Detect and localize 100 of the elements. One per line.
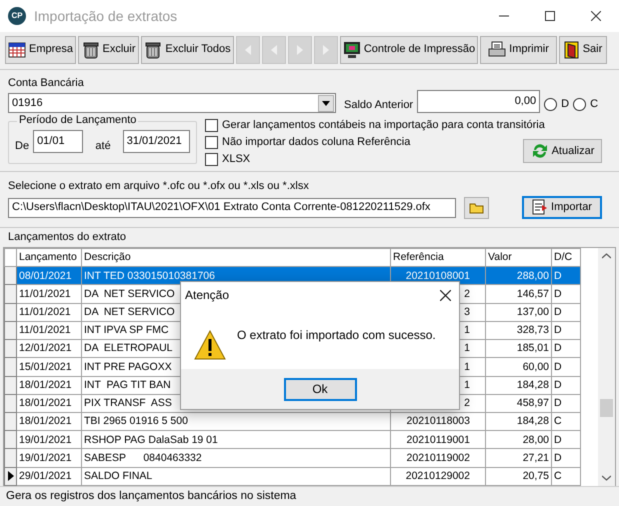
scrollbar[interactable] <box>598 248 615 486</box>
table-cell: 328,73 <box>516 324 549 336</box>
trash-can-icon <box>144 41 162 59</box>
table-cell: 3 <box>464 306 470 318</box>
table-cell: 20,75 <box>522 470 549 482</box>
account-dropdown[interactable]: 01916 <box>8 93 336 114</box>
table-cell: PIX TRANSF ASS <box>84 397 172 410</box>
table-cell: D <box>554 434 562 446</box>
toolbar-button[interactable]: Imprimir <box>480 36 557 64</box>
table-cell: 1 <box>464 342 470 354</box>
table-cell: 29/01/2021 <box>19 470 72 482</box>
table-cell: 15/01/2021 <box>19 360 72 373</box>
table-cell: 288,00 <box>516 270 549 282</box>
table-cell: INT IPVA SP FMC <box>84 324 169 336</box>
window-title: Importação de extratos <box>34 8 178 24</box>
checkbox-option[interactable]: Gerar lançamentos contábeis na importação para conta transitória <box>205 117 602 134</box>
table-cell: C <box>554 415 562 428</box>
table-cell: D <box>554 397 562 410</box>
triangle-left-icon <box>245 45 251 55</box>
table-cell: 185,01 <box>516 342 549 354</box>
table-cell: 20210119001 <box>406 434 470 446</box>
table-cell: 18/01/2021 <box>19 397 72 410</box>
table-cell: D <box>554 306 562 318</box>
triangle-right-icon <box>323 45 329 55</box>
trash-can-icon <box>82 41 100 59</box>
column-header[interactable]: Descrição <box>82 248 390 267</box>
printer-icon <box>488 41 506 59</box>
table-cell: 11/01/2021 <box>19 306 71 318</box>
table-cell: 27,21 <box>522 452 549 464</box>
table-cell: 2 <box>464 288 470 300</box>
checkbox-option[interactable]: XLSX <box>205 151 523 168</box>
table-cell: 2 <box>464 397 470 410</box>
table-cell: D <box>554 288 562 300</box>
table-cell: SALDO FINAL <box>84 470 152 482</box>
toolbar-button[interactable]: Controle de Impressão <box>340 36 478 64</box>
balance-field[interactable]: 0,00 <box>417 90 540 114</box>
table-cell: 146,57 <box>516 288 549 300</box>
table-cell: 28,00 <box>522 434 549 446</box>
table-cell: 19/01/2021 <box>19 434 72 446</box>
browse-button[interactable] <box>464 196 489 219</box>
table-cell: INT PRE PAGOXX <box>84 360 172 373</box>
table-cell: D <box>554 270 562 282</box>
toolbar-button[interactable]: Sair <box>559 36 607 64</box>
table-cell: DA NET SERVICO <box>84 306 175 318</box>
scroll-thumb[interactable] <box>600 399 613 417</box>
close-icon <box>440 290 451 300</box>
table-cell: D <box>554 360 562 373</box>
table-cell: INT PAG TIT BAN <box>84 378 171 391</box>
warning-icon <box>194 330 226 360</box>
folder-icon <box>468 202 484 214</box>
toolbar-button[interactable]: Empresa <box>5 36 76 64</box>
file-path-field[interactable]: C:\Users\flacn\Desktop\ITAU\2021\OFX\01 Extrato Conta Corrente-081220211529.ofx <box>8 198 456 218</box>
column-header[interactable]: Referência <box>390 248 486 267</box>
column-header[interactable]: Lançamento <box>16 248 82 267</box>
logo: CP <box>8 7 26 25</box>
field-label: Conta Bancária <box>8 77 85 90</box>
date-field[interactable]: 01/01 <box>33 130 84 154</box>
toolbar-button[interactable]: Excluir Todos <box>141 36 234 64</box>
table-cell: 12/01/2021 <box>19 342 72 354</box>
scroll-down-icon <box>602 475 611 481</box>
column-header[interactable]: Valor <box>486 248 552 267</box>
table-cell: 18/01/2021 <box>19 378 72 391</box>
refresh-icon <box>530 142 549 160</box>
column-header[interactable]: D/C <box>552 248 580 267</box>
table-cell: 20210129002 <box>406 470 470 482</box>
refresh-button[interactable]: Atualizar <box>523 139 602 164</box>
triangle-left-icon <box>271 45 277 55</box>
table-cell: 60,00 <box>522 360 549 373</box>
table-cell: 184,28 <box>516 378 549 391</box>
table-cell: DA ELETROPAUL <box>84 342 173 354</box>
toolbar-button[interactable]: Excluir <box>78 36 139 64</box>
table-cell: C <box>554 470 562 482</box>
field-label: De <box>15 140 30 154</box>
table-cell: D <box>554 378 562 391</box>
triangle-right-icon <box>297 45 303 55</box>
field-label: Saldo Anterior <box>344 99 414 112</box>
table-cell: 137,00 <box>516 306 549 318</box>
field-label: até <box>95 140 111 154</box>
table-cell: 11/01/2021 <box>19 288 71 300</box>
table-cell: 19/01/2021 <box>19 452 72 464</box>
table-cell: INT TED 033015010381706 <box>84 270 215 282</box>
maximize-icon <box>545 11 555 21</box>
ok-button[interactable]: Ok <box>284 378 356 400</box>
close-icon <box>591 11 601 21</box>
table-cell: 20210119002 <box>406 452 470 464</box>
table-cell: D <box>554 452 562 464</box>
table-cell: 458,97 <box>516 397 549 410</box>
dropdown-arrow-icon <box>322 100 330 106</box>
date-field[interactable]: 31/01/2021 <box>122 130 190 154</box>
checkbox-option[interactable]: Não importar dados coluna Referência <box>205 134 523 152</box>
document-icon <box>532 198 548 217</box>
table-cell: 1 <box>464 324 470 336</box>
import-button[interactable]: Importar <box>522 196 602 220</box>
table-cell: RSHOP PAG DalaSab 19 01 <box>84 434 218 446</box>
scroll-up-icon <box>602 253 611 259</box>
table-cell: DA NET SERVICO <box>84 288 175 300</box>
door-icon <box>564 41 580 59</box>
table-cell: 11/01/2021 <box>19 324 71 336</box>
table-cell: 18/01/2021 <box>19 415 72 428</box>
table-cell: D <box>554 324 562 336</box>
